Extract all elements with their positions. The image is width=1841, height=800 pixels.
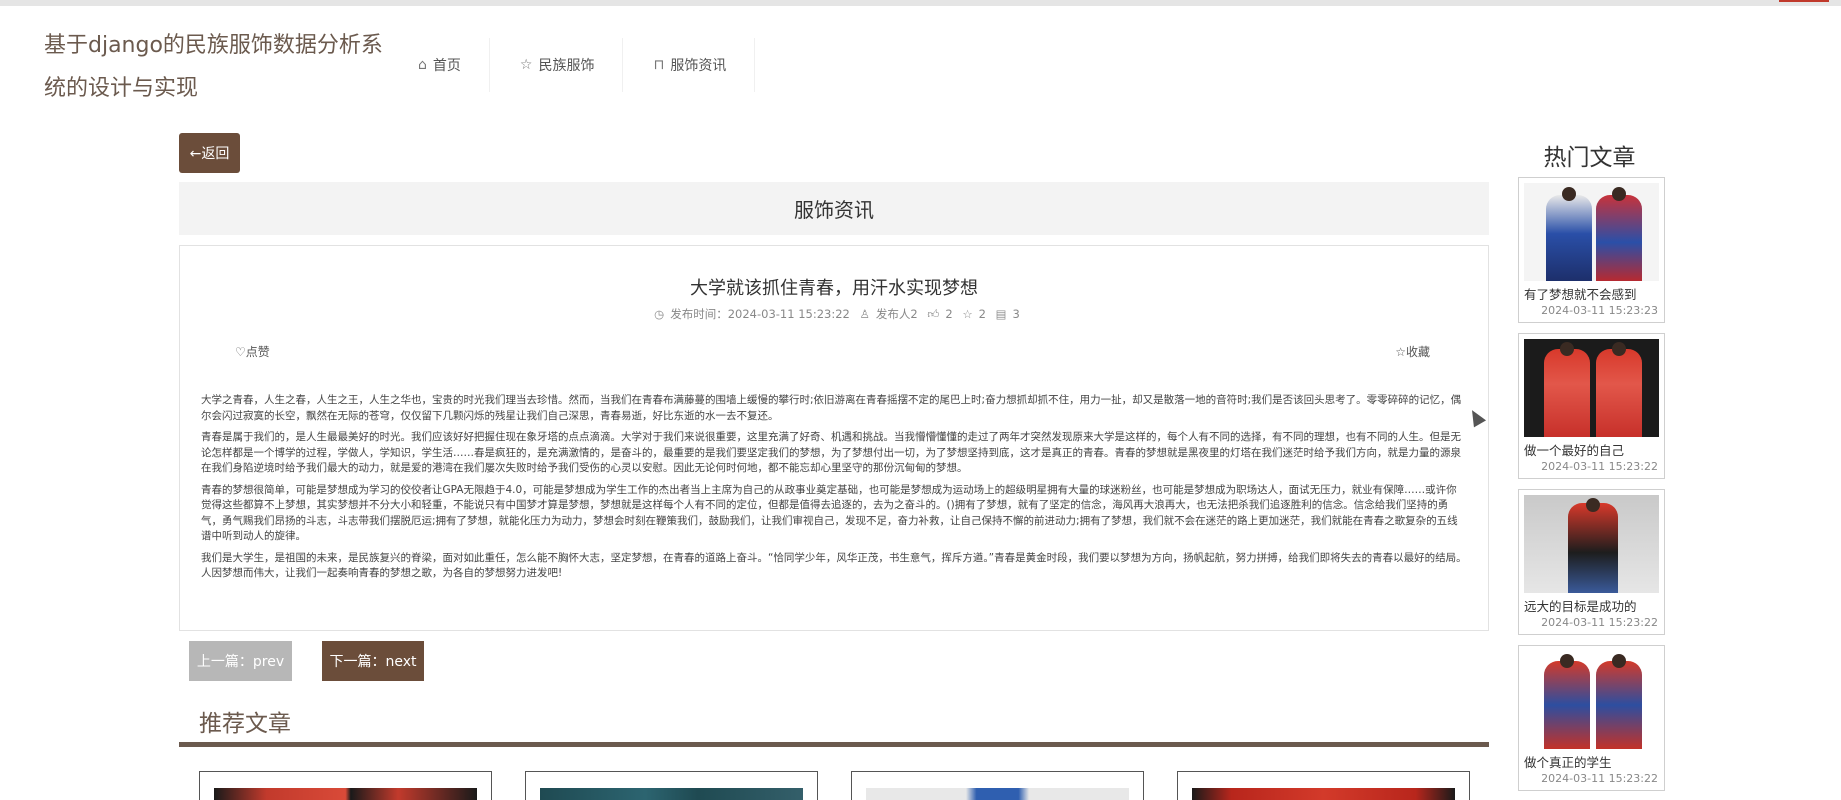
- user-icon: ♙: [859, 307, 870, 321]
- hot-article-image: [1524, 339, 1659, 437]
- hot-article-name: 有了梦想就不会感到: [1524, 287, 1637, 302]
- hot-article-image: [1524, 183, 1659, 281]
- section-header: 服饰资讯: [179, 182, 1489, 235]
- hot-article-time: 2024-03-11 15:23:23: [1541, 304, 1658, 317]
- article-paragraph: 我们是大学生，是祖国的未来，是民族复兴的脊梁，面对如此重任，怎么能不胸怀大志，坚…: [201, 551, 1467, 580]
- hot-article-name: 做一个最好的自己: [1524, 443, 1625, 458]
- main-nav: ⌂ 首页 ☆ 民族服饰 ⊓ 服饰资讯: [388, 38, 756, 92]
- back-button[interactable]: ←返回: [179, 133, 240, 173]
- top-accent: [1779, 0, 1829, 2]
- site-title: 基于django的民族服饰数据分析系统的设计与实现: [44, 33, 383, 101]
- recommend-card[interactable]: [851, 771, 1144, 800]
- top-border: [0, 0, 1841, 6]
- hot-articles-title: 热门文章: [1543, 145, 1636, 171]
- article-card: 大学就该抓住青春，用汗水实现梦想 ◷ 发布时间：2024-03-11 15:23:…: [179, 245, 1489, 631]
- publish-time: 发布时间：2024-03-11 15:23:22: [670, 307, 850, 321]
- nav-item-label: 服饰资讯: [670, 58, 727, 74]
- next-article-button[interactable]: 下一篇：next: [322, 641, 424, 681]
- article-meta: ◷ 发布时间：2024-03-11 15:23:22 ♙ 发布人2 👍︎ 2 ☆ 2 ▤…: [180, 306, 1488, 322]
- hot-article-time: 2024-03-11 15:23:22: [1541, 772, 1658, 785]
- hot-article-image: [1524, 495, 1659, 593]
- hot-article-name: 做个真正的学生: [1524, 755, 1612, 770]
- like-label: 点赞: [245, 345, 270, 359]
- hot-article-time: 2024-03-11 15:23:22: [1541, 616, 1658, 629]
- hot-article-name: 远大的目标是成功的: [1524, 599, 1637, 614]
- hot-article-image: [1524, 651, 1659, 749]
- prev-article-button[interactable]: 上一篇：prev: [189, 641, 292, 681]
- collect-button[interactable]: ☆收藏: [1395, 343, 1430, 360]
- section-title: 服饰资讯: [794, 198, 874, 222]
- nav-item-costume[interactable]: ☆ 民族服饰: [490, 38, 624, 92]
- recommend-image: [540, 788, 803, 800]
- bag-icon: ⊓: [653, 57, 665, 73]
- favorite-count: 2: [978, 307, 986, 321]
- author: 发布人2: [875, 307, 918, 321]
- hot-article-card[interactable]: 做个真正的学生 2024-03-11 15:23:22: [1518, 645, 1665, 791]
- article-paragraph: 青春是属于我们的，是人生最最美好的时光。我们应该好好把握住现在象牙塔的点点滴滴。…: [201, 431, 1461, 474]
- hot-article-card[interactable]: 做一个最好的自己 2024-03-11 15:23:22: [1518, 333, 1665, 479]
- comment-icon: ▤: [995, 307, 1007, 321]
- star-icon: ☆: [962, 307, 973, 321]
- home-icon: ⌂: [418, 57, 427, 73]
- recommend-card[interactable]: [199, 771, 492, 800]
- hot-article-card[interactable]: 有了梦想就不会感到 2024-03-11 15:23:23: [1518, 177, 1665, 323]
- recommend-card[interactable]: [525, 771, 818, 800]
- recommend-image: [214, 788, 477, 800]
- recommend-title: 推荐文章: [199, 711, 291, 737]
- star-icon: ☆: [1395, 345, 1406, 359]
- star-icon: ☆: [519, 57, 533, 73]
- like-count: 2: [945, 307, 953, 321]
- heart-icon: ♡: [235, 345, 246, 359]
- comment-count: 3: [1012, 307, 1020, 321]
- hot-article-time: 2024-03-11 15:23:22: [1541, 460, 1658, 473]
- recommend-image: [866, 788, 1129, 800]
- like-button[interactable]: ♡点赞: [235, 343, 270, 360]
- hot-article-card[interactable]: 远大的目标是成功的 2024-03-11 15:23:22: [1518, 489, 1665, 635]
- article-paragraph: 大学之青春，人生之春，人生之王，人生之华也，宝贵的时光我们理当去珍惜。然而，当我…: [201, 394, 1462, 422]
- recommend-divider: [179, 742, 1489, 747]
- recommend-image: [1192, 788, 1455, 800]
- clock-icon: ◷: [654, 307, 665, 321]
- thumb-up-icon: 👍︎: [927, 307, 940, 321]
- article-body: 大学之青春，人生之春，人生之王，人生之华也，宝贵的时光我们理当去珍惜。然而，当我…: [201, 393, 1467, 588]
- article-title: 大学就该抓住青春，用汗水实现梦想: [690, 278, 978, 299]
- nav-item-label: 民族服饰: [538, 58, 595, 74]
- nav-item-home[interactable]: ⌂ 首页: [388, 38, 490, 92]
- nav-item-news[interactable]: ⊓ 服饰资讯: [623, 38, 756, 92]
- article-paragraph: 青春的梦想很简单，可能是梦想成为学习的佼佼者让GPA无限趋于4.0，可能是梦想成…: [201, 483, 1458, 543]
- recommend-card[interactable]: [1177, 771, 1470, 800]
- collect-label: 收藏: [1405, 345, 1430, 359]
- nav-item-label: 首页: [432, 58, 461, 74]
